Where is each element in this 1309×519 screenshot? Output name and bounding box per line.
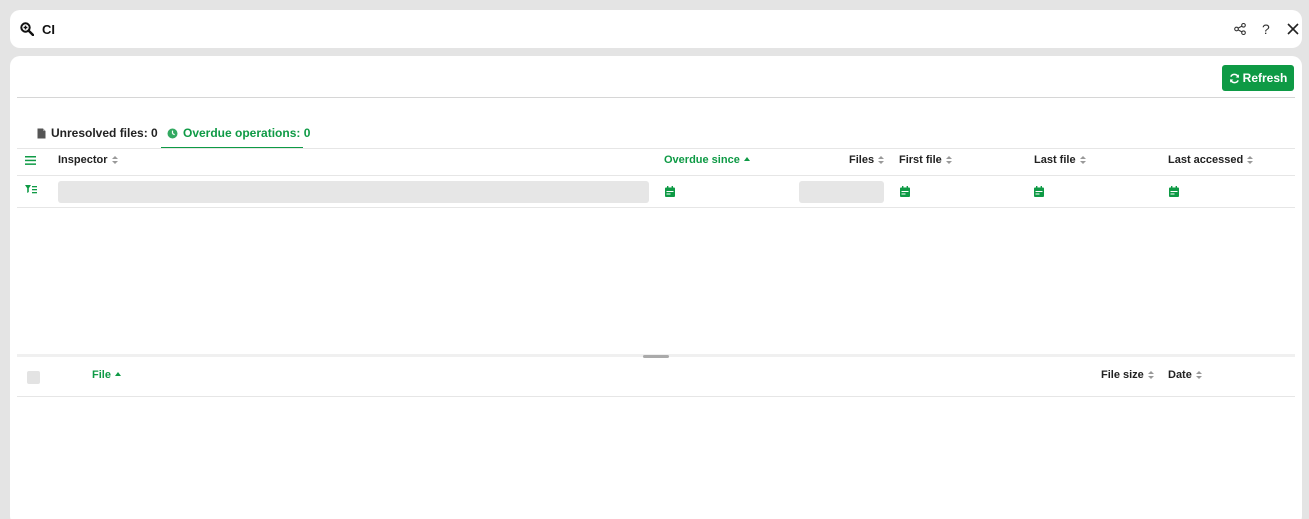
refresh-button[interactable]: Refresh — [1222, 65, 1294, 91]
column-label: Date — [1168, 369, 1192, 381]
divider — [17, 396, 1295, 397]
column-label: File size — [1101, 369, 1144, 381]
column-header-overdue-since[interactable]: Overdue since — [664, 154, 750, 166]
main-panel: Refresh Unresolved files: 0 Overdue oper… — [10, 56, 1302, 519]
column-label: Last accessed — [1168, 154, 1244, 166]
tab-unresolved-files[interactable]: Unresolved files: 0 — [37, 126, 158, 140]
title-bar: CI ? — [10, 10, 1302, 48]
refresh-icon — [1229, 73, 1239, 83]
clock-icon — [167, 128, 178, 138]
column-header-file[interactable]: File — [92, 369, 121, 381]
sort-icon — [1147, 370, 1154, 380]
share-icon[interactable] — [1234, 23, 1246, 35]
column-header-first-file[interactable]: First file — [899, 154, 952, 166]
search-icon[interactable] — [20, 22, 34, 36]
calendar-icon[interactable] — [900, 186, 910, 197]
calendar-icon[interactable] — [1034, 186, 1044, 197]
sort-icon — [1247, 155, 1254, 165]
column-label: Last file — [1034, 154, 1076, 166]
tab-label: Overdue operations: 0 — [183, 126, 311, 140]
inspector-filter-input[interactable] — [58, 181, 649, 203]
column-label: Inspector — [58, 154, 108, 166]
column-label: File — [92, 369, 111, 381]
calendar-icon[interactable] — [665, 186, 675, 197]
column-label: First file — [899, 154, 942, 166]
tab-overdue-operations[interactable]: Overdue operations: 0 — [167, 126, 310, 140]
divider — [17, 148, 1295, 149]
sort-ascending-icon — [114, 372, 121, 376]
sort-icon — [945, 155, 952, 165]
filter-icon[interactable] — [25, 185, 37, 194]
refresh-label: Refresh — [1242, 71, 1288, 85]
help-button[interactable]: ? — [1262, 21, 1270, 37]
divider — [17, 207, 1295, 208]
sort-icon — [878, 155, 885, 165]
column-label: Overdue since — [664, 154, 740, 166]
column-header-last-accessed[interactable]: Last accessed — [1168, 154, 1254, 166]
page-title: CI — [42, 22, 55, 37]
file-icon — [37, 128, 46, 138]
column-label: Files — [849, 154, 875, 166]
column-header-date[interactable]: Date — [1168, 369, 1202, 381]
column-header-inspector[interactable]: Inspector — [58, 154, 118, 166]
tab-label: Unresolved files: 0 — [51, 126, 158, 140]
column-header-files[interactable]: Files — [849, 154, 885, 166]
select-all-checkbox[interactable] — [27, 371, 40, 384]
close-icon[interactable] — [1286, 22, 1300, 36]
files-filter-input[interactable] — [799, 181, 884, 203]
menu-icon[interactable] — [25, 156, 36, 165]
sort-icon — [1195, 370, 1202, 380]
divider — [17, 97, 1295, 98]
divider — [17, 175, 1295, 176]
column-header-last-file[interactable]: Last file — [1034, 154, 1086, 166]
sort-icon — [1079, 155, 1086, 165]
calendar-icon[interactable] — [1169, 186, 1179, 197]
splitter-handle[interactable] — [643, 355, 669, 358]
column-header-file-size[interactable]: File size — [1101, 369, 1154, 381]
sort-ascending-icon — [743, 157, 750, 161]
sort-icon — [111, 155, 118, 165]
